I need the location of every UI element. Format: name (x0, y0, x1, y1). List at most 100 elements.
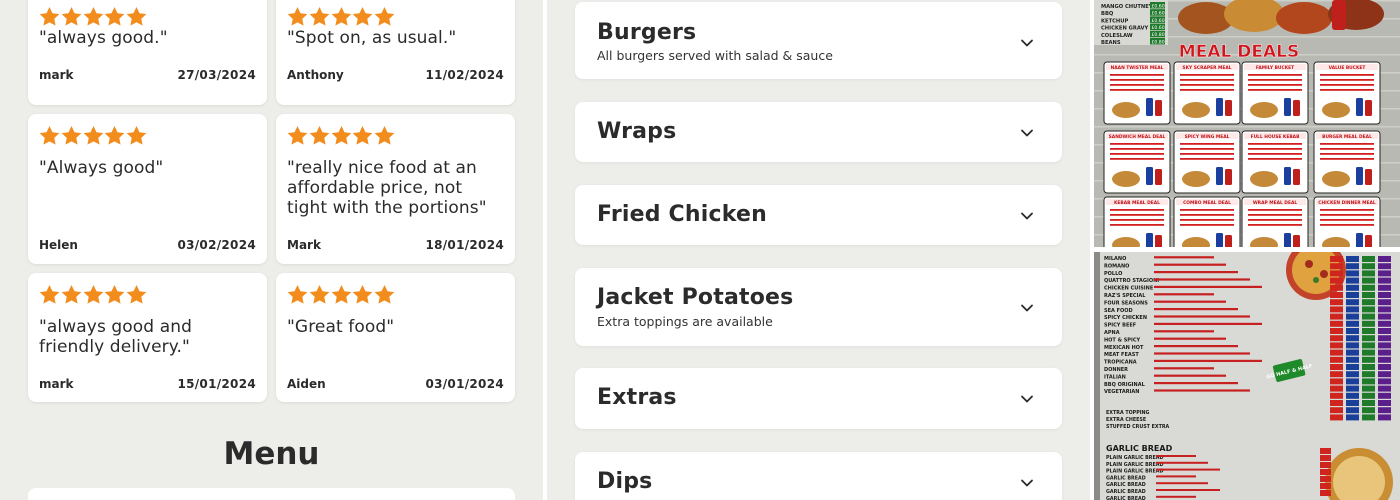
price-cell (1378, 263, 1391, 270)
drink-can (1225, 100, 1232, 116)
meal-deal-text-line (1248, 153, 1302, 155)
drink-can (1365, 235, 1372, 247)
price-cell (1346, 335, 1359, 342)
price-cell (1378, 378, 1391, 385)
price-cell (1378, 349, 1391, 356)
chevron-down-icon[interactable] (1020, 392, 1034, 406)
star-rating (39, 125, 148, 146)
drink-can (1356, 167, 1363, 185)
chevron-down-icon[interactable] (1020, 126, 1034, 140)
price-cell (1346, 256, 1359, 262)
star-icon (331, 284, 352, 305)
side-item-price: £0.60 (1152, 3, 1165, 9)
meal-deal-text-line (1248, 79, 1302, 81)
wood-grain (1094, 126, 1400, 128)
meal-deal-text-line (1248, 224, 1302, 226)
menu-card (28, 488, 515, 500)
drink-can (1284, 167, 1291, 185)
price-cell (1330, 400, 1343, 406)
star-icon (374, 6, 395, 27)
menu-category-dips[interactable]: Dips (575, 452, 1062, 500)
meal-deal-text-line (1110, 219, 1164, 221)
price-cell (1330, 263, 1343, 270)
price-cell (1330, 349, 1343, 356)
review-date: 27/03/2024 (177, 68, 256, 82)
menu-category-extras[interactable]: Extras (575, 368, 1062, 429)
price-cell (1378, 313, 1391, 320)
price-cell (1346, 349, 1359, 356)
meal-deal-text-line (1320, 74, 1374, 76)
garlic-bread-heading: GARLIC BREAD (1106, 444, 1173, 453)
chevron-down-icon[interactable] (1020, 209, 1034, 223)
price-cell (1346, 270, 1359, 277)
meal-deal-text-line (1180, 79, 1234, 81)
review-card: "Great food" Aiden 03/01/2024 (276, 273, 515, 402)
price-cell (1378, 342, 1391, 349)
price-cell (1346, 299, 1359, 306)
star-icon (352, 125, 373, 146)
price-cell (1378, 292, 1391, 298)
price-cell (1362, 342, 1375, 349)
meal-deal-text-line (1320, 84, 1374, 86)
meal-deal-name: FULL HOUSE KEBAB (1251, 134, 1300, 140)
price-cell (1330, 414, 1343, 421)
pizza-ingredients-line (1154, 374, 1226, 377)
price-cell (1362, 306, 1375, 313)
pizza-ingredients-line (1154, 322, 1262, 325)
meal-deal-text-line (1110, 74, 1164, 76)
star-icon (374, 284, 395, 305)
reviews-panel: "always good." mark 27/03/2024 "Spot on, as… (0, 0, 543, 500)
chevron-down-icon[interactable] (1020, 301, 1034, 315)
review-card: "always good and friendly delivery." mark… (28, 273, 267, 402)
price-cell (1330, 335, 1343, 342)
review-card: "Always good" Helen 03/02/2024 (28, 114, 267, 264)
review-card: "always good." mark 27/03/2024 (28, 0, 267, 105)
price-cell (1362, 349, 1375, 356)
price-cell (1362, 328, 1375, 334)
meal-deal-text-line (1248, 74, 1302, 76)
pizza-name: APNA (1104, 330, 1120, 336)
menu-category-wraps[interactable]: Wraps (575, 102, 1062, 162)
meal-deal-name: SPICY WING MEAL (1185, 134, 1230, 140)
meal-deal-text-line (1180, 214, 1234, 216)
drink-can (1155, 235, 1162, 247)
drink-can (1365, 100, 1372, 116)
menu-category-fried-chicken[interactable]: Fried Chicken (575, 185, 1062, 245)
price-cell (1330, 392, 1343, 399)
price-cell (1378, 320, 1391, 327)
drink-can (1146, 233, 1153, 247)
price-cell (1320, 469, 1331, 475)
pizza-ingredients-line (1154, 285, 1262, 288)
star-icon (61, 125, 82, 146)
price-cell (1346, 371, 1359, 378)
price-cell (1346, 400, 1359, 406)
star-icon (126, 6, 147, 27)
price-cell (1320, 455, 1331, 461)
meal-deal-text-line (1180, 143, 1234, 145)
chevron-down-icon[interactable] (1020, 36, 1034, 50)
price-cell (1330, 385, 1343, 392)
pizza-ingredients-line (1154, 367, 1214, 370)
review-card: "Spot on, as usual." Anthony 11/02/2024 (276, 0, 515, 105)
garlic-item: PLAIN GARLIC BREAD (1106, 469, 1163, 475)
food-image (1322, 102, 1350, 118)
price-cell (1330, 342, 1343, 349)
meal-deal-text-line (1248, 209, 1302, 211)
meal-deal-text-line (1320, 143, 1374, 145)
menu-category-burgers[interactable]: Burgers All burgers served with salad & s… (575, 2, 1062, 79)
star-icon (104, 284, 125, 305)
price-cell (1330, 371, 1343, 378)
menu-category-jacket-potatoes[interactable]: Jacket Potatoes Extra toppings are availa… (575, 268, 1062, 346)
chevron-down-icon[interactable] (1020, 476, 1034, 490)
side-item-price: £0.60 (1152, 11, 1165, 17)
price-cell (1346, 313, 1359, 320)
meal-deal-name: CHICKEN DINNER MEAL (1318, 200, 1376, 206)
pizza-ingredients-line (1154, 278, 1250, 281)
star-icon (352, 6, 373, 27)
food-image (1322, 171, 1350, 187)
meal-deal-text-line (1248, 84, 1302, 86)
price-cell (1320, 483, 1331, 489)
category-title: Dips (597, 469, 653, 494)
drink-can (1216, 233, 1223, 247)
drink-can (1155, 100, 1162, 116)
